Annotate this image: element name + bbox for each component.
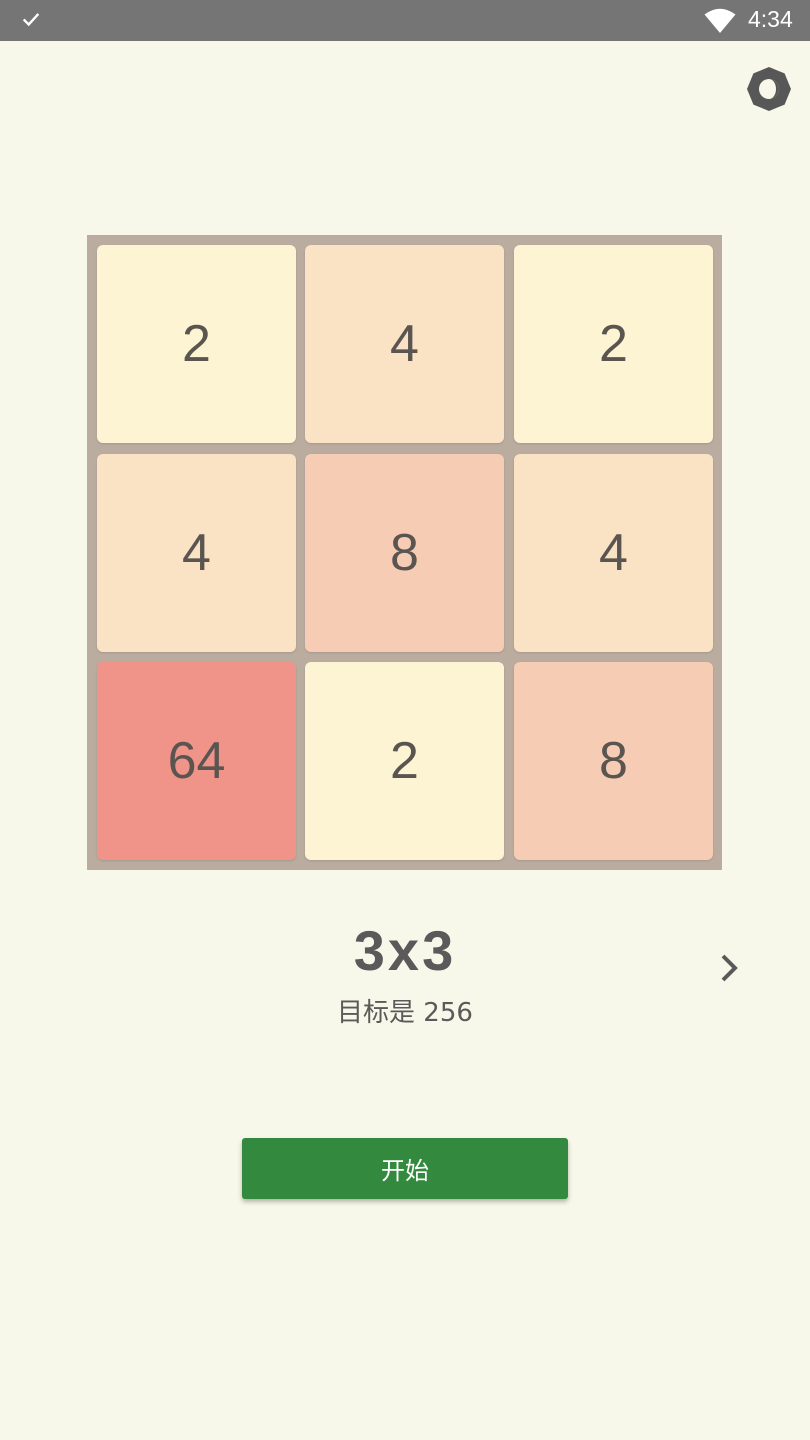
check-icon [22, 13, 40, 27]
tile: 4 [514, 454, 713, 652]
tile: 8 [305, 454, 504, 652]
tile: 4 [305, 245, 504, 443]
status-time: 4:34 [748, 6, 793, 32]
wifi-icon [704, 8, 736, 33]
brightness-icon[interactable] [746, 66, 792, 112]
goal-text: 目标是 256 [337, 998, 473, 1028]
tile: 2 [514, 245, 713, 443]
game-board[interactable]: 2 4 2 4 8 4 64 2 8 [87, 235, 722, 870]
tile: 2 [97, 245, 296, 443]
start-button[interactable]: 开始 [242, 1138, 568, 1199]
tile: 2 [305, 662, 504, 860]
tile: 4 [97, 454, 296, 652]
grid-size-label: 3x3 [353, 919, 457, 982]
chevron-right-icon[interactable] [712, 950, 748, 986]
tile: 8 [514, 662, 713, 860]
tile: 64 [97, 662, 296, 860]
status-bar: 4:34 [0, 0, 810, 41]
